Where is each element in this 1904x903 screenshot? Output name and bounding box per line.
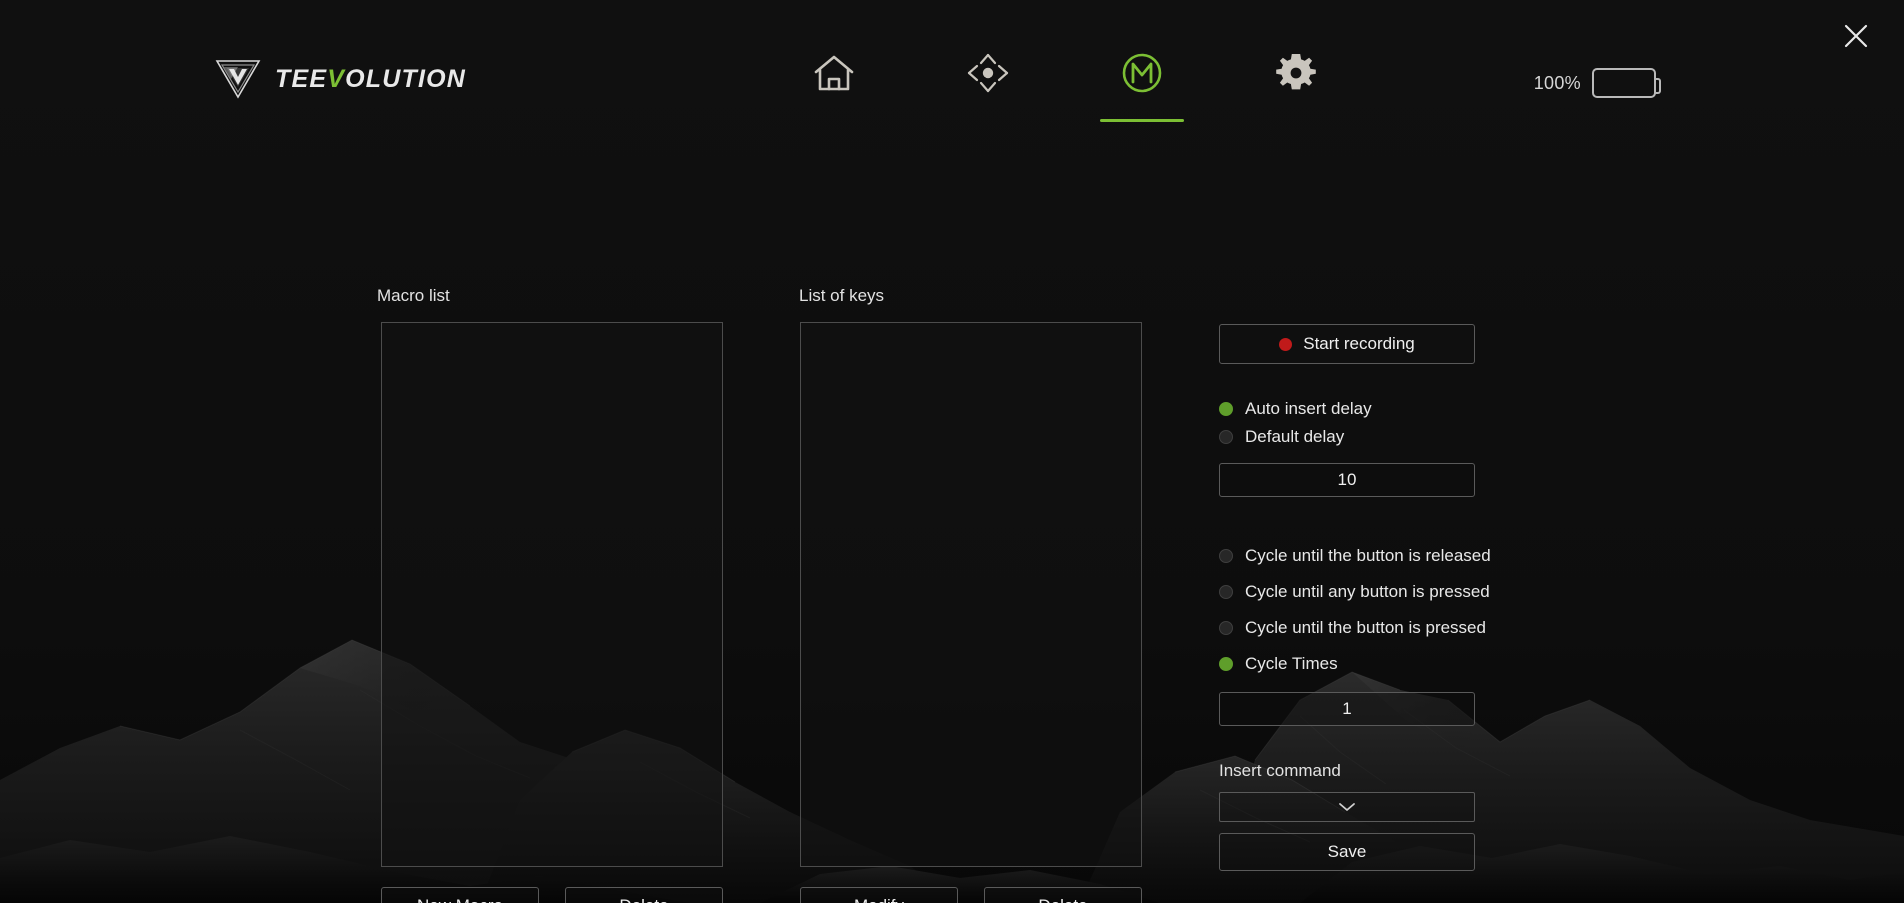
brand-name-accent: V: [327, 65, 345, 93]
chevron-down-icon: [1338, 801, 1356, 813]
radio-cycle-times-indicator: [1219, 657, 1233, 671]
radio-cycle-times[interactable]: Cycle Times: [1219, 646, 1475, 682]
gear-icon: [1274, 52, 1318, 94]
insert-command-dropdown[interactable]: [1219, 792, 1475, 822]
new-macro-button[interactable]: New Macro: [381, 887, 539, 903]
nav-item-macro[interactable]: [1100, 52, 1184, 122]
start-recording-button[interactable]: Start recording: [1219, 324, 1475, 364]
radio-cycle-until-released[interactable]: Cycle until the button is released: [1219, 538, 1475, 574]
delay-value-input[interactable]: [1219, 463, 1475, 497]
battery-icon: [1592, 68, 1656, 98]
nav-item-home[interactable]: [792, 52, 876, 122]
brand-name-prefix: TEE: [275, 65, 327, 93]
macro-m-icon: [1120, 52, 1164, 94]
radio-cycle-until-pressed[interactable]: Cycle until the button is pressed: [1219, 610, 1475, 646]
save-button[interactable]: Save: [1219, 833, 1475, 871]
radio-cycle-until-any-pressed-indicator: [1219, 585, 1233, 599]
battery-indicator: 100%: [1534, 68, 1656, 98]
record-dot-icon: [1279, 338, 1292, 351]
delete-macro-button[interactable]: Delete: [565, 887, 723, 903]
close-icon: [1843, 23, 1869, 54]
radio-cycle-until-any-pressed[interactable]: Cycle until any button is pressed: [1219, 574, 1475, 610]
macro-list-box[interactable]: [381, 322, 723, 867]
nav-active-indicator: [1100, 119, 1184, 122]
key-list-box[interactable]: [800, 322, 1142, 867]
main-navigation: [792, 52, 1338, 122]
radio-default-delay[interactable]: Default delay: [1219, 423, 1475, 451]
radio-cycle-times-label: Cycle Times: [1245, 654, 1338, 674]
modify-key-button[interactable]: Modify: [800, 887, 958, 903]
start-recording-label: Start recording: [1303, 334, 1415, 354]
close-window-button[interactable]: [1836, 18, 1876, 58]
top-bar: TEEVOLUTION: [0, 0, 1904, 128]
battery-percent-label: 100%: [1534, 73, 1581, 94]
radio-auto-insert-delay-label: Auto insert delay: [1245, 399, 1372, 419]
brand-name: TEEVOLUTION: [275, 65, 466, 94]
delete-key-button[interactable]: Delete: [984, 887, 1142, 903]
dpad-icon: [966, 52, 1010, 94]
macro-controls-panel: Start recording Auto insert delay Defaul…: [1219, 324, 1475, 871]
radio-default-delay-indicator: [1219, 430, 1233, 444]
radio-auto-insert-delay-indicator: [1219, 402, 1233, 416]
macro-list-label: Macro list: [377, 286, 450, 306]
teevolution-triangle-logo-icon: [215, 58, 261, 100]
radio-cycle-until-released-label: Cycle until the button is released: [1245, 546, 1491, 566]
radio-cycle-until-pressed-label: Cycle until the button is pressed: [1245, 618, 1486, 638]
brand-logo: TEEVOLUTION: [215, 58, 466, 100]
radio-cycle-until-pressed-indicator: [1219, 621, 1233, 635]
radio-cycle-until-released-indicator: [1219, 549, 1233, 563]
radio-cycle-until-any-pressed-label: Cycle until any button is pressed: [1245, 582, 1490, 602]
radio-default-delay-label: Default delay: [1245, 427, 1344, 447]
home-icon: [812, 52, 856, 94]
nav-item-settings[interactable]: [1254, 52, 1338, 122]
key-list-label: List of keys: [799, 286, 884, 306]
cycle-times-input[interactable]: [1219, 692, 1475, 726]
macro-editor-window: TEEVOLUTION: [0, 0, 1904, 903]
insert-command-label: Insert command: [1219, 761, 1475, 781]
radio-auto-insert-delay[interactable]: Auto insert delay: [1219, 395, 1475, 423]
nav-item-dpad[interactable]: [946, 52, 1030, 122]
brand-name-suffix: OLUTION: [345, 65, 466, 93]
